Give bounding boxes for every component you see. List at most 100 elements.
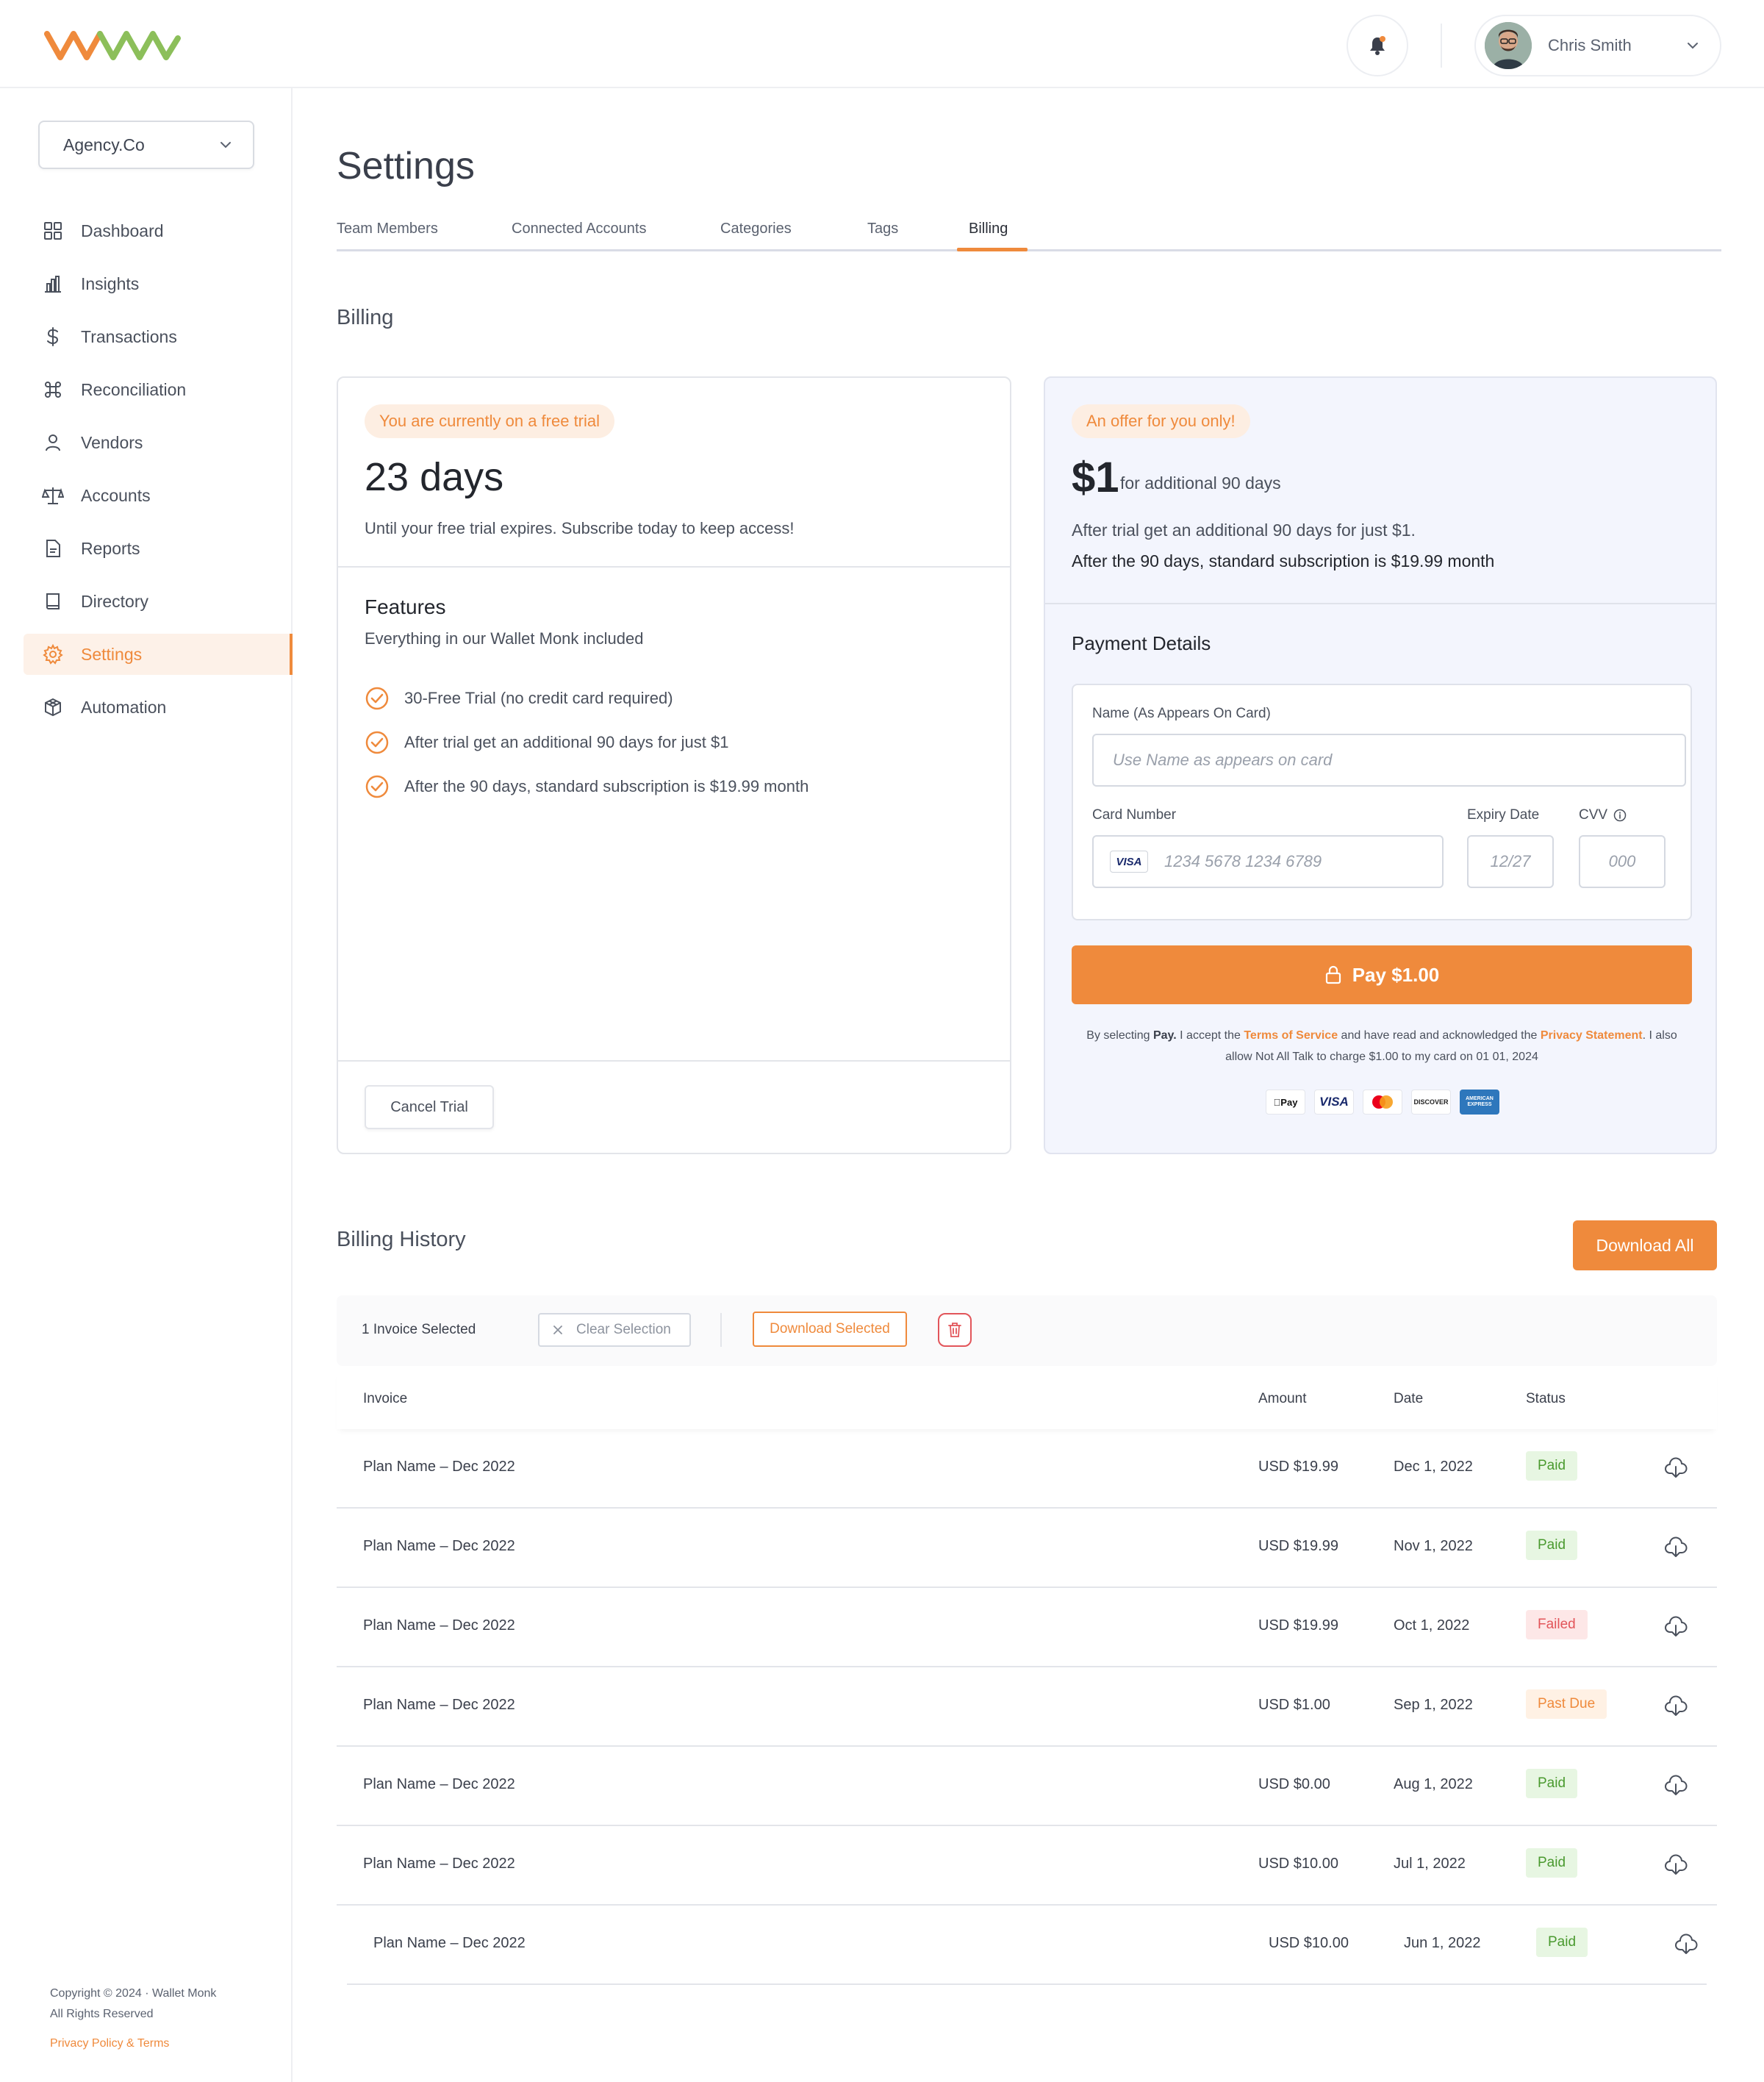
cardholder-name-input[interactable]: Use Name as appears on card	[1092, 734, 1686, 787]
cvv-label-group: CVV	[1579, 807, 1627, 823]
gear-icon	[43, 644, 63, 665]
invoice-name: Plan Name – Dec 2022	[373, 1935, 526, 1951]
sidebar-item-label: Insights	[81, 273, 140, 293]
pay-button[interactable]: Pay $1.00	[1072, 945, 1692, 1004]
invoice-date: Jul 1, 2022	[1394, 1856, 1466, 1872]
organization-name: Agency.Co	[63, 135, 145, 154]
avatar	[1485, 22, 1532, 69]
offer-badge: An offer for you only!	[1072, 404, 1250, 438]
dollar-icon	[47, 327, 59, 346]
divider	[1045, 603, 1715, 604]
download-cloud-icon[interactable]	[1664, 1616, 1688, 1638]
notifications-button[interactable]	[1347, 15, 1408, 76]
invoice-amount: USD $19.99	[1258, 1617, 1338, 1634]
table-row[interactable]: Plan Name – Dec 2022 USD $19.99 Oct 1, 202…	[337, 1588, 1717, 1667]
sidebar-item-directory[interactable]: Directory	[24, 581, 293, 622]
download-cloud-icon[interactable]	[1664, 1537, 1688, 1559]
settings-tabs: Team Members Connected Accounts Categori…	[337, 210, 1721, 251]
top-bar: Chris Smith	[0, 0, 1764, 88]
sidebar-item-reports[interactable]: Reports	[24, 528, 293, 569]
status-badge: Failed	[1526, 1610, 1588, 1639]
feature-text: After the 90 days, standard subscription…	[404, 777, 809, 795]
sidebar-item-label: Reports	[81, 538, 140, 558]
invoice-date: Jun 1, 2022	[1404, 1935, 1481, 1951]
delete-button[interactable]	[938, 1313, 972, 1347]
organization-select[interactable]: Agency.Co	[38, 121, 254, 169]
clear-selection-button[interactable]: Clear Selection	[538, 1313, 691, 1347]
file-icon	[46, 540, 60, 557]
name-label: Name (As Appears On Card)	[1092, 706, 1271, 721]
user-menu[interactable]: Chris Smith	[1474, 15, 1721, 76]
sidebar-item-vendors[interactable]: Vendors	[24, 422, 293, 463]
offer-price: $1	[1072, 454, 1119, 501]
sidebar-item-automation[interactable]: Automation	[24, 687, 293, 728]
table-row[interactable]: Plan Name – Dec 2022 USD $19.99 Nov 1, 202…	[337, 1509, 1717, 1588]
invoice-amount: USD $19.99	[1258, 1459, 1338, 1475]
privacy-statement-link[interactable]: Privacy Statement	[1541, 1029, 1643, 1042]
chevron-down-icon	[220, 142, 231, 149]
check-circle-icon	[365, 731, 389, 754]
sidebar-item-label: Accounts	[81, 485, 151, 505]
tab-connected-accounts[interactable]: Connected Accounts	[512, 221, 646, 237]
invoice-amount: USD $10.00	[1269, 1935, 1349, 1951]
sidebar-item-reconciliation[interactable]: Reconciliation	[24, 369, 293, 410]
info-icon[interactable]	[1613, 809, 1627, 822]
sidebar-nav: Dashboard Insights Transactions Reconcil…	[24, 210, 293, 740]
tab-team-members[interactable]: Team Members	[337, 221, 438, 237]
trial-badge: You are currently on a free trial	[365, 404, 615, 438]
user-icon	[46, 434, 60, 451]
terms-of-service-link[interactable]: Terms of Service	[1244, 1029, 1338, 1042]
page-title: Settings	[337, 145, 475, 187]
status-badge: Paid	[1526, 1531, 1578, 1560]
download-all-button[interactable]: Download All	[1573, 1220, 1717, 1270]
cvv-input[interactable]: 000	[1579, 835, 1666, 888]
table-row[interactable]: Plan Name – Dec 2022 USD $10.00 Jun 1, 202…	[347, 1906, 1707, 1985]
table-row[interactable]: Plan Name – Dec 2022 USD $1.00 Sep 1, 2022…	[337, 1667, 1717, 1747]
mastercard-icon	[1363, 1090, 1402, 1115]
trash-icon	[948, 1323, 961, 1337]
column-header-amount[interactable]: Amount	[1258, 1391, 1306, 1407]
selected-count: 1 Invoice Selected	[362, 1322, 476, 1337]
sidebar-item-insights[interactable]: Insights	[24, 263, 293, 304]
rights-text: All Rights Reserved	[50, 2008, 154, 2020]
invoice-name: Plan Name – Dec 2022	[363, 1617, 515, 1634]
sidebar-item-accounts[interactable]: Accounts	[24, 475, 293, 516]
column-header-date[interactable]: Date	[1394, 1391, 1423, 1407]
features-list: 30-Free Trial (no credit card required) …	[365, 676, 808, 809]
clear-selection-label: Clear Selection	[576, 1322, 671, 1337]
download-cloud-icon[interactable]	[1664, 1775, 1688, 1797]
download-cloud-icon[interactable]	[1674, 1933, 1698, 1956]
tab-tags[interactable]: Tags	[867, 221, 898, 237]
download-selected-button[interactable]: Download Selected	[753, 1312, 907, 1347]
download-cloud-icon[interactable]	[1664, 1854, 1688, 1876]
sidebar-item-label: Automation	[81, 697, 167, 717]
download-cloud-icon[interactable]	[1664, 1695, 1688, 1717]
table-row[interactable]: Plan Name – Dec 2022 USD $19.99 Dec 1, 202…	[337, 1429, 1717, 1509]
privacy-terms-link[interactable]: Privacy Policy & Terms	[50, 2033, 216, 2054]
wallet-monk-logo[interactable]	[44, 24, 181, 65]
column-header-invoice[interactable]: Invoice	[363, 1391, 407, 1407]
legal-text: By selecting Pay. I accept the Terms of …	[1086, 1029, 1677, 1063]
command-icon	[45, 382, 61, 398]
card-number-input[interactable]: VISA 1234 5678 1234 6789	[1092, 835, 1444, 888]
sidebar-item-label: Dashboard	[81, 221, 164, 240]
sidebar-item-dashboard[interactable]: Dashboard	[24, 210, 293, 251]
invoice-amount: USD $1.00	[1258, 1697, 1330, 1713]
pay-button-label: Pay $1.00	[1352, 963, 1440, 986]
cancel-trial-button[interactable]: Cancel Trial	[365, 1085, 494, 1129]
table-row[interactable]: Plan Name – Dec 2022 USD $0.00 Aug 1, 2022…	[337, 1747, 1717, 1826]
invoice-amount: USD $10.00	[1258, 1856, 1338, 1872]
payment-details-title: Payment Details	[1072, 632, 1211, 654]
tab-categories[interactable]: Categories	[720, 221, 792, 237]
offer-subscription-note: After the 90 days, standard subscription…	[1072, 551, 1495, 570]
table-row[interactable]: Plan Name – Dec 2022 USD $10.00 Jul 1, 202…	[337, 1826, 1717, 1906]
download-cloud-icon[interactable]	[1664, 1457, 1688, 1479]
tab-billing[interactable]: Billing	[969, 221, 1008, 237]
trial-subtitle: Until your free trial expires. Subscribe…	[365, 519, 795, 537]
column-header-status[interactable]: Status	[1526, 1391, 1566, 1407]
expiry-date-input[interactable]: 12/27	[1467, 835, 1554, 888]
discover-icon: DISCOVER	[1411, 1090, 1451, 1115]
divider	[338, 566, 1010, 568]
sidebar-item-transactions[interactable]: Transactions	[24, 316, 293, 357]
sidebar-item-settings[interactable]: Settings	[24, 634, 293, 675]
